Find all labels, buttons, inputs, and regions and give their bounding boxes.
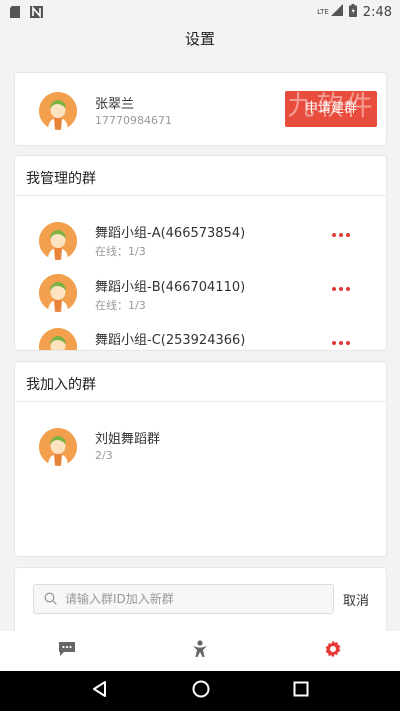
divider [15,195,386,196]
group-avatar [39,428,77,466]
profile-name: 张翠兰 [95,97,135,112]
battery-icon [348,3,357,21]
more-options-icon[interactable] [332,287,350,291]
group-status: 在线：1/3 [95,299,146,312]
group-row[interactable]: 舞蹈小组-A(466573854) 在线：1/3 [15,208,386,262]
status-bar: LTE 2:48 [0,0,400,24]
gear-icon [324,640,342,662]
recents-icon[interactable] [293,681,309,701]
joined-groups-title: 我加入的群 [26,377,96,393]
clock: 2:48 [362,4,392,20]
signal-icon [330,4,343,20]
managed-groups-card: 我管理的群 舞蹈小组-A(466573854) 在线：1/3 舞蹈小组-B(46… [14,155,387,351]
avatar-illustration [39,328,77,350]
divider [15,401,386,402]
more-options-icon[interactable] [332,341,350,345]
group-status: 在线：1/3 [95,245,146,258]
cancel-button[interactable]: 取消 [343,590,369,609]
joined-groups-card: 我加入的群 刘姐舞蹈群 2/3 [14,361,387,557]
group-name: 刘姐舞蹈群 [95,432,161,447]
join-group-card: 取消 [14,567,387,637]
home-icon[interactable] [192,680,210,702]
search-box [33,584,334,614]
group-avatar [39,328,77,350]
avatar-illustration [39,222,77,260]
tab-settings[interactable] [267,631,400,671]
page-title: 设置 [184,30,215,48]
tab-messages[interactable] [0,631,133,671]
group-avatar [39,274,77,312]
group-status: 2/3 [95,449,113,462]
avatar [39,92,77,130]
system-nav-bar [0,671,400,711]
back-icon[interactable] [91,680,109,702]
apply-group-button[interactable]: 申请建群 九软件 [285,91,377,127]
avatar-illustration [39,92,77,130]
apply-group-label: 申请建群 [304,101,357,116]
person-icon [192,640,208,662]
n-notification-icon [30,3,43,22]
search-icon [44,590,57,609]
group-row[interactable]: 舞蹈小组-B(466704110) 在线：1/3 [15,262,386,316]
message-icon [58,641,76,661]
group-row[interactable]: 舞蹈小组-C(253924366) [15,316,386,350]
more-options-icon[interactable] [332,233,350,237]
group-name: 舞蹈小组-B(466704110) [95,280,246,295]
profile-card: 张翠兰 17770984671 申请建群 九软件 [14,72,387,146]
group-row[interactable]: 刘姐舞蹈群 2/3 [15,414,386,468]
managed-groups-title: 我管理的群 [26,171,96,187]
group-id-input[interactable] [65,592,315,606]
profile-phone: 17770984671 [95,114,172,127]
network-type-label: LTE [317,7,329,16]
avatar-illustration [39,428,77,466]
group-name: 舞蹈小组-A(466573854) [95,226,246,241]
group-avatar [39,222,77,260]
tab-bar [0,631,400,671]
tab-profile[interactable] [133,631,266,671]
group-name: 舞蹈小组-C(253924366) [95,333,246,348]
sd-card-icon [10,3,20,22]
avatar-illustration [39,274,77,312]
